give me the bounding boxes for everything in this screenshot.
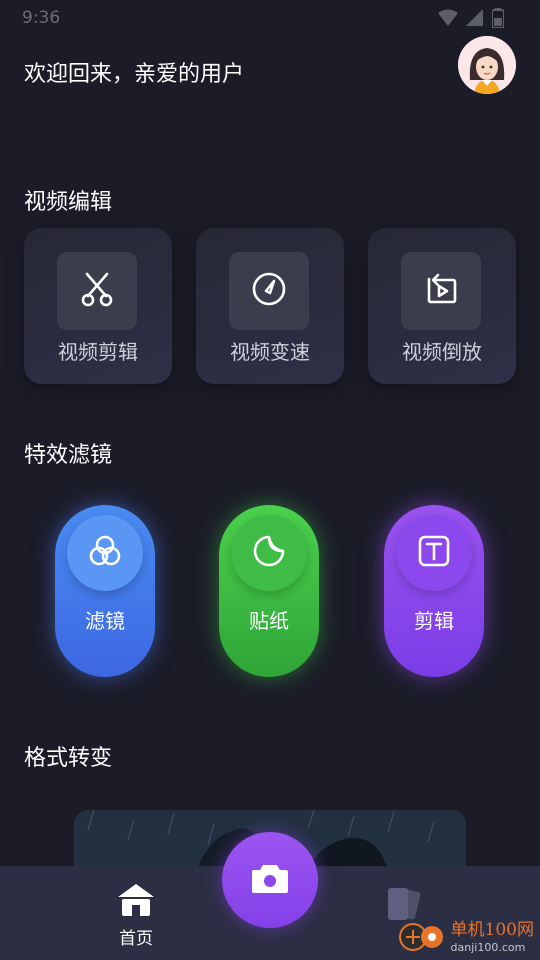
signal-icon (466, 9, 484, 31)
status-time: 9:36 (22, 8, 61, 28)
effect-icon-circle (231, 515, 307, 591)
text-box-icon (414, 531, 454, 575)
effect-icon-circle (396, 515, 472, 591)
effect-filter-button[interactable]: 滤镜 (55, 505, 155, 677)
greeting-text: 欢迎回来，亲爱的用户 (24, 62, 245, 87)
battery-icon (491, 8, 505, 32)
card-label-video-speed: 视频变速 (230, 340, 310, 364)
watermark: 单机100网 danji100.com (398, 918, 534, 956)
scissors-icon (77, 269, 117, 313)
effect-label-filter: 滤镜 (85, 609, 125, 633)
watermark-sub-text: danji100.com (450, 940, 526, 954)
card-label-video-reverse: 视频倒放 (402, 340, 482, 364)
status-icons (438, 8, 505, 32)
card-label-video-cut: 视频剪辑 (58, 340, 138, 364)
wifi-icon (438, 9, 458, 31)
card-icon-box (229, 252, 309, 330)
effect-sticker-button[interactable]: 贴纸 (219, 505, 319, 677)
nav-home-label: 首页 (119, 929, 153, 949)
speed-gauge-icon (249, 269, 289, 313)
section-title-video-edit: 视频编辑 (24, 190, 113, 215)
section-title-effects: 特效滤镜 (24, 443, 113, 468)
avatar[interactable] (458, 36, 516, 94)
filter-circles-icon (85, 531, 125, 575)
card-icon-box (57, 252, 137, 330)
card-video-reverse[interactable]: 视频倒放 (368, 228, 516, 384)
camera-button[interactable] (222, 832, 318, 928)
effect-icon-circle (67, 515, 143, 591)
nav-home-tab[interactable]: 首页 (110, 882, 162, 949)
home-icon (116, 884, 156, 922)
card-video-cut[interactable]: 视频剪辑 (24, 228, 172, 384)
watermark-main-text: 单机100网 (450, 919, 534, 940)
section-title-format: 格式转变 (24, 746, 113, 771)
reverse-play-icon (421, 269, 461, 313)
watermark-logo-icon (398, 920, 445, 954)
sticker-icon (249, 531, 289, 575)
card-video-speed[interactable]: 视频变速 (196, 228, 344, 384)
camera-icon (251, 862, 289, 898)
effect-label-edit: 剪辑 (414, 609, 454, 633)
effect-label-sticker: 贴纸 (249, 609, 289, 633)
effect-edit-button[interactable]: 剪辑 (384, 505, 484, 677)
status-bar: 9:36 (0, 0, 540, 36)
card-icon-box (401, 252, 481, 330)
